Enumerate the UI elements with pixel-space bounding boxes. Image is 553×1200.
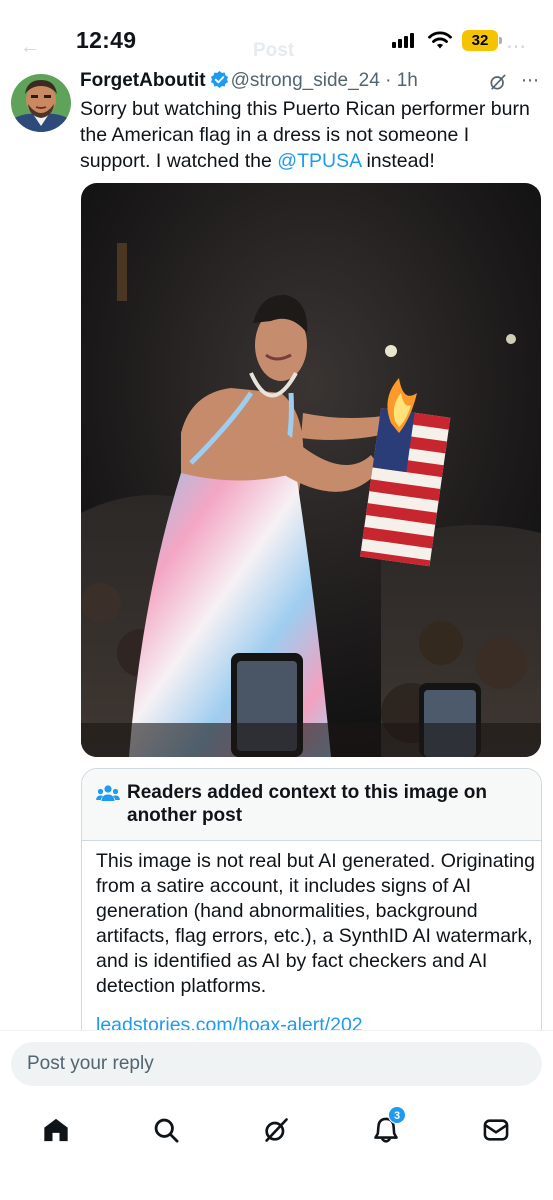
battery-indicator: 32 — [462, 30, 498, 51]
avatar[interactable] — [11, 74, 71, 132]
battery-tip — [499, 37, 502, 44]
more-dots-icon[interactable]: ⋯ — [521, 70, 540, 91]
community-note: Readers added context to this image on a… — [81, 768, 542, 1048]
status-bar: ← Post ⋯ 12:49 32 — [0, 0, 553, 70]
nav-title: Post — [253, 40, 295, 61]
grok-icon[interactable] — [488, 72, 508, 92]
tab-home[interactable] — [36, 1110, 76, 1150]
grok-icon — [265, 1118, 288, 1142]
verified-badge-icon — [210, 70, 228, 89]
cellular-signal-icon — [392, 33, 414, 48]
community-note-header: Readers added context to this image on a… — [82, 769, 541, 841]
community-note-body: This image is not real but AI generated.… — [96, 850, 535, 997]
post-image[interactable] — [81, 183, 541, 757]
tab-messages[interactable] — [476, 1110, 516, 1150]
mention-link[interactable]: @TPUSA — [277, 150, 361, 172]
status-time: 12:49 — [76, 27, 137, 53]
tab-grok[interactable] — [256, 1110, 296, 1150]
search-icon — [154, 1118, 179, 1143]
user-handle[interactable]: @strong_side_24 — [231, 70, 380, 91]
more-dots-icon[interactable]: ⋯ — [506, 34, 526, 59]
wifi-icon — [428, 31, 452, 49]
people-icon — [96, 785, 120, 801]
tab-search[interactable] — [146, 1110, 186, 1150]
reply-input[interactable] — [11, 1042, 542, 1086]
community-note-title: Readers added context to this image on a… — [127, 782, 488, 826]
tweet-text-after: instead! — [361, 150, 435, 172]
tab-bar: 3 — [0, 1100, 553, 1160]
notification-badge: 3 — [388, 1106, 406, 1124]
tweet-header: ForgetAboutit @strong_side_24 · 1h — [80, 70, 490, 92]
separator: · — [379, 70, 397, 91]
home-icon — [44, 1118, 68, 1142]
display-name[interactable]: ForgetAboutit — [80, 70, 206, 91]
tweet-text: Sorry but watching this Puerto Rican per… — [80, 96, 540, 174]
post-time[interactable]: 1h — [397, 70, 418, 91]
arrow-left-icon[interactable]: ← — [20, 36, 40, 59]
tab-notifications[interactable]: 3 — [366, 1106, 406, 1150]
messages-icon — [483, 1119, 509, 1141]
